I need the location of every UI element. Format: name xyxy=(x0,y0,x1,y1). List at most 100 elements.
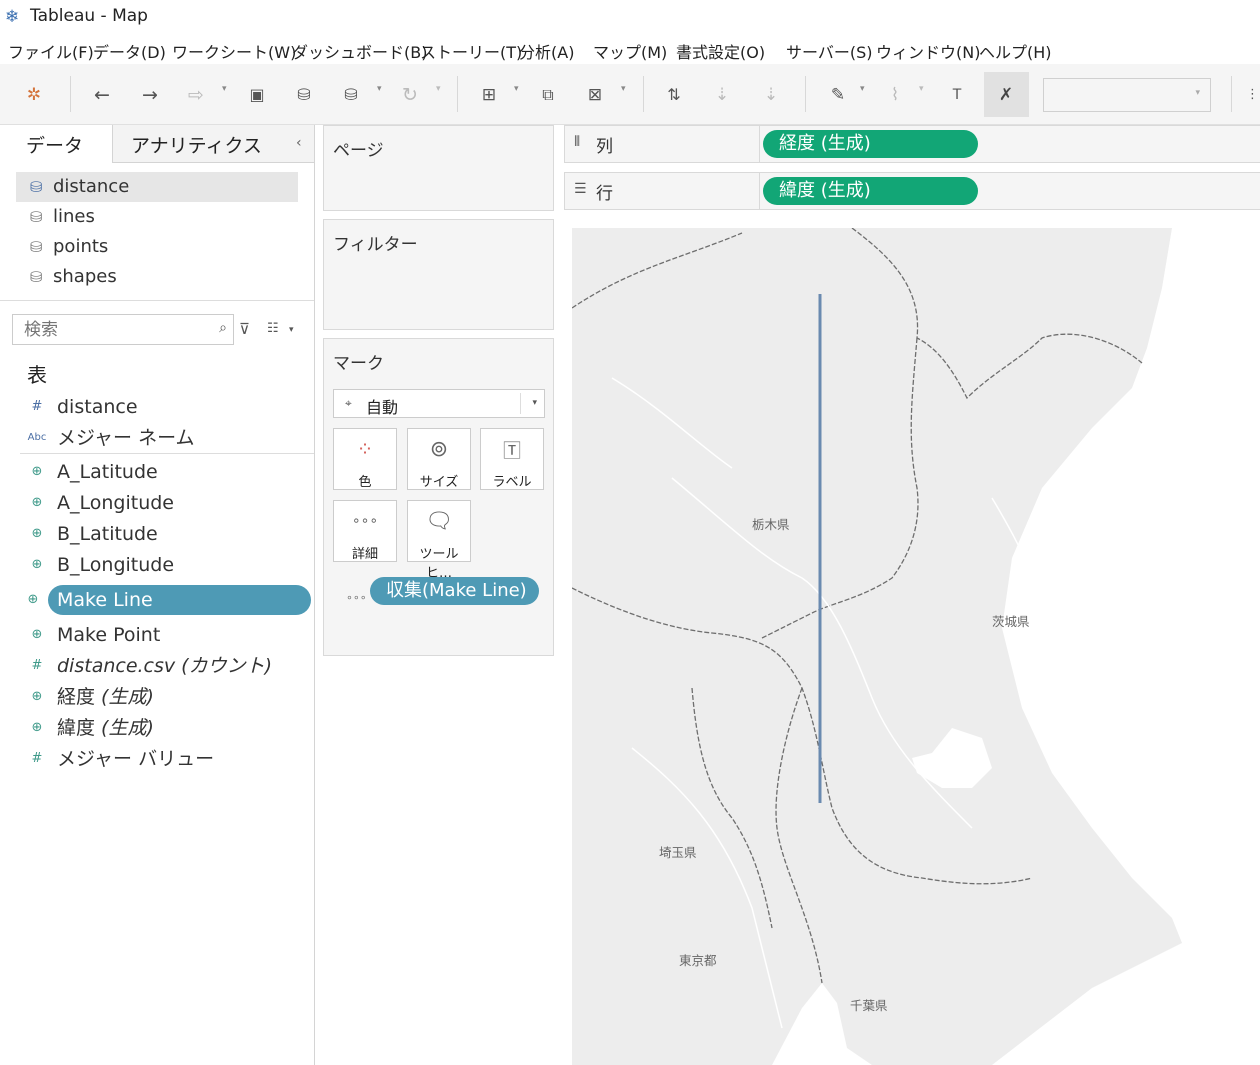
color-label: 色 xyxy=(358,475,372,490)
lat-field-name: 緯度 xyxy=(57,717,96,739)
field-b-latitude[interactable]: ⊕ B_Latitude xyxy=(20,519,310,549)
group-caret-icon[interactable]: ▾ xyxy=(919,84,924,94)
mark-type-dropdown[interactable]: ⌖ 自動 ▾ xyxy=(333,389,545,418)
search-input[interactable] xyxy=(22,315,206,344)
field-distance[interactable]: # distance xyxy=(20,392,310,422)
datasource-distance[interactable]: ⛁ distance xyxy=(16,172,298,202)
label-label: ラベル xyxy=(492,475,532,490)
title-bar: ❄ Tableau - Map xyxy=(0,0,1260,34)
field-measure-names[interactable]: Abc メジャー ネーム xyxy=(20,423,310,453)
field-a-latitude[interactable]: ⊕ A_Latitude xyxy=(20,457,310,487)
border-north-east xyxy=(851,228,1143,400)
menu-server[interactable]: サーバー(S) xyxy=(786,39,872,63)
river-upper xyxy=(611,377,733,469)
map-label-chiba: 千葉県 xyxy=(850,998,888,1013)
rows-pill-latitude[interactable]: 緯度 (生成) xyxy=(763,177,978,205)
clear-caret-icon[interactable]: ▾ xyxy=(621,84,626,94)
border-saitama-tokyo xyxy=(691,687,773,929)
duplicate-sheet-icon[interactable]: ⧉ xyxy=(535,82,561,108)
group-members-icon[interactable]: ⌇ xyxy=(882,82,908,108)
menu-data[interactable]: データ(D) xyxy=(93,39,166,63)
detail-button[interactable]: ∘∘∘ 詳細 xyxy=(333,500,397,562)
show-labels-icon[interactable]: T xyxy=(944,82,970,108)
refresh-icon[interactable]: ↻ xyxy=(397,82,423,108)
ocean-area xyxy=(992,228,1260,1065)
field-a-longitude[interactable]: ⊕ A_Longitude xyxy=(20,488,310,518)
field-latitude-generated[interactable]: ⊕ 緯度 (生成) xyxy=(20,713,310,743)
shelf-divider xyxy=(759,173,760,209)
menu-dashboard[interactable]: ダッシュボード(B) xyxy=(292,39,427,63)
menu-window[interactable]: ウィンドウ(N) xyxy=(876,39,980,63)
field-label: B_Latitude xyxy=(57,523,158,545)
datasource-icon: ⛁ xyxy=(30,208,43,226)
size-button[interactable]: ⊚ サイズ xyxy=(407,428,471,490)
tableau-start-icon[interactable]: ✲ xyxy=(21,82,47,108)
sort-descending-icon[interactable]: ⇣ xyxy=(758,82,784,108)
measure-icon: # xyxy=(31,658,43,673)
fix-axes-button[interactable]: ✗ xyxy=(984,72,1029,117)
color-button[interactable]: ⁘ 色 xyxy=(333,428,397,490)
field-search-box[interactable]: ⌕ xyxy=(12,314,234,345)
menu-worksheet[interactable]: ワークシート(W) xyxy=(172,39,296,63)
tab-data[interactable]: データ xyxy=(0,125,110,163)
new-worksheet-caret-icon[interactable]: ▾ xyxy=(514,84,519,94)
menu-help[interactable]: ヘルプ(H) xyxy=(979,39,1052,63)
refresh-caret-icon[interactable]: ▾ xyxy=(436,84,441,94)
clear-sheet-icon[interactable]: ⊠ xyxy=(582,82,608,108)
menu-story[interactable]: ストーリー(T) xyxy=(420,39,522,63)
river-arakawa xyxy=(631,747,783,1029)
menu-file[interactable]: ファイル(F) xyxy=(8,39,94,63)
field-label: distance xyxy=(57,396,138,418)
pages-card[interactable]: ページ xyxy=(323,125,554,211)
map-label-ibaraki: 茨城県 xyxy=(992,614,1030,629)
collapse-pane-icon[interactable]: ‹ xyxy=(296,135,302,151)
view-list-icon[interactable]: ☷ xyxy=(267,321,279,336)
tab-analytics[interactable]: アナリティクス xyxy=(112,125,314,163)
field-make-line[interactable]: ⊕ Make Line xyxy=(28,585,311,615)
view-caret-icon[interactable]: ▾ xyxy=(289,325,294,335)
menu-map[interactable]: マップ(M) xyxy=(593,39,667,63)
field-label: Make Point xyxy=(57,624,161,646)
replay-caret-icon[interactable]: ▾ xyxy=(222,84,227,94)
columns-pill-longitude[interactable]: 経度 (生成) xyxy=(763,130,978,158)
section-title: 表 xyxy=(27,363,47,387)
show-cards-icon[interactable]: ⋮ xyxy=(1245,82,1260,108)
datasource-points[interactable]: ⛁ points xyxy=(16,232,298,262)
measure-icon: # xyxy=(31,399,43,414)
new-worksheet-icon[interactable]: ⊞ xyxy=(476,82,502,108)
field-make-point[interactable]: ⊕ Make Point xyxy=(20,620,310,650)
filter-icon[interactable]: ⊽ xyxy=(239,320,250,338)
swap-rows-columns-icon[interactable]: ⇅ xyxy=(661,82,687,108)
fit-dropdown[interactable]: ▾ xyxy=(1043,78,1211,112)
field-record-count[interactable]: # distance.csv (カウント) xyxy=(20,651,310,681)
field-longitude-generated[interactable]: ⊕ 経度 (生成) xyxy=(20,682,310,712)
pause-updates-icon[interactable]: ⛁ xyxy=(338,82,364,108)
redo-icon[interactable]: → xyxy=(137,82,163,108)
columns-shelf: ⦀ 列 経度 (生成) xyxy=(564,125,1260,163)
datasource-label: distance xyxy=(53,176,130,197)
tooltip-button[interactable]: 🗨 ツールヒ… xyxy=(407,500,471,581)
map-label-saitama: 埼玉県 xyxy=(659,845,697,860)
datasource-shapes[interactable]: ⛁ shapes xyxy=(16,262,298,292)
highlight-icon[interactable]: ✎ xyxy=(825,82,851,108)
map-view[interactable]: 栃木県 茨城県 埼玉県 東京都 千葉県 xyxy=(572,228,1260,1065)
label-button[interactable]: 🅃 ラベル xyxy=(480,428,544,490)
toolbar-separator xyxy=(805,76,806,112)
field-b-longitude[interactable]: ⊕ B_Longitude xyxy=(20,550,310,580)
datasource-lines[interactable]: ⛁ lines xyxy=(16,202,298,232)
replay-icon[interactable]: ⇨ xyxy=(183,82,209,108)
lat-field-suffix: (生成) xyxy=(95,717,154,739)
save-icon[interactable]: ▣ xyxy=(244,82,270,108)
menu-analysis[interactable]: 分析(A) xyxy=(519,39,574,63)
data-pane: データ アナリティクス ‹ ⛁ distance ⛁ lines ⛁ point… xyxy=(0,125,315,1065)
map-mark-icon: ⌖ xyxy=(345,396,352,410)
new-datasource-icon[interactable]: ⛁ xyxy=(291,82,317,108)
filters-card[interactable]: フィルター xyxy=(323,219,554,330)
highlight-caret-icon[interactable]: ▾ xyxy=(860,84,865,94)
detail-pill-make-line[interactable]: 収集(Make Line) xyxy=(370,577,539,605)
sort-ascending-icon[interactable]: ⇣ xyxy=(709,82,735,108)
field-measure-values[interactable]: # メジャー バリュー xyxy=(20,744,310,774)
menu-format[interactable]: 書式設定(O) xyxy=(676,39,765,63)
pause-caret-icon[interactable]: ▾ xyxy=(377,84,382,94)
undo-icon[interactable]: ← xyxy=(89,82,115,108)
